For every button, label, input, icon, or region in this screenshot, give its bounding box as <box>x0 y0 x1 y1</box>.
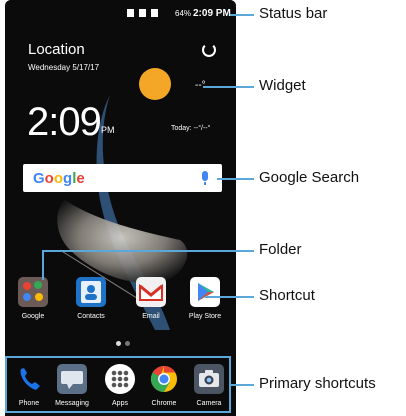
callout-line-primary-shortcuts <box>231 384 254 386</box>
status-icons <box>127 9 158 17</box>
status-time: 2:09 PM <box>193 8 231 19</box>
page-dot <box>125 341 130 346</box>
contacts-icon <box>76 277 106 307</box>
email-icon <box>136 277 166 307</box>
app-contacts[interactable]: Contacts <box>67 277 115 320</box>
app-label: Email <box>142 313 160 320</box>
signal-icon <box>139 9 146 17</box>
callout-google-search: Google Search <box>259 169 360 186</box>
clock-ampm: PM <box>101 125 115 135</box>
phone-screen: 64% 2:09 PM Location Wednesday 5/17/17 -… <box>5 0 236 416</box>
callout-vline-folder <box>42 250 44 280</box>
today-forecast: Today: --°/--° <box>171 125 211 132</box>
app-label: Play Store <box>188 313 222 320</box>
app-label: Contacts <box>77 313 105 320</box>
callout-line-status-bar <box>230 14 254 16</box>
widget-date: Wednesday 5/17/17 <box>28 63 100 72</box>
callout-primary-shortcuts: Primary shortcuts <box>259 375 376 392</box>
primary-shortcuts-frame <box>5 356 231 413</box>
clock-time[interactable]: 2:09 <box>27 100 102 145</box>
callout-line-widget <box>203 86 254 88</box>
app-play-store[interactable]: Play Store <box>181 277 229 320</box>
location-label[interactable]: Location <box>28 41 85 58</box>
folder-icon <box>18 277 48 307</box>
refresh-icon[interactable] <box>202 43 216 57</box>
mic-stem <box>204 182 206 185</box>
callout-line-google-search <box>217 178 254 180</box>
page-dot-active <box>116 341 121 346</box>
page-indicator <box>116 341 130 346</box>
callout-widget: Widget <box>259 77 306 94</box>
folder-google[interactable]: Google <box>9 277 57 320</box>
battery-percent: 64% <box>175 9 192 18</box>
status-bar: 64% 2:09 PM <box>5 0 236 26</box>
play-store-icon <box>190 277 220 307</box>
google-logo: Google <box>33 170 85 187</box>
battery-icon <box>151 9 158 17</box>
wifi-icon <box>127 9 134 17</box>
mic-icon[interactable] <box>202 171 208 181</box>
callout-folder: Folder <box>259 241 302 258</box>
app-label: Google <box>21 313 45 320</box>
sun-icon <box>139 68 171 100</box>
google-search-bar[interactable]: Google <box>23 164 222 192</box>
callout-line-shortcut <box>205 296 254 298</box>
callout-status-bar: Status bar <box>259 5 328 22</box>
app-email[interactable]: Email <box>127 277 175 320</box>
callout-line-folder <box>42 250 254 252</box>
callout-shortcut: Shortcut <box>259 287 315 304</box>
